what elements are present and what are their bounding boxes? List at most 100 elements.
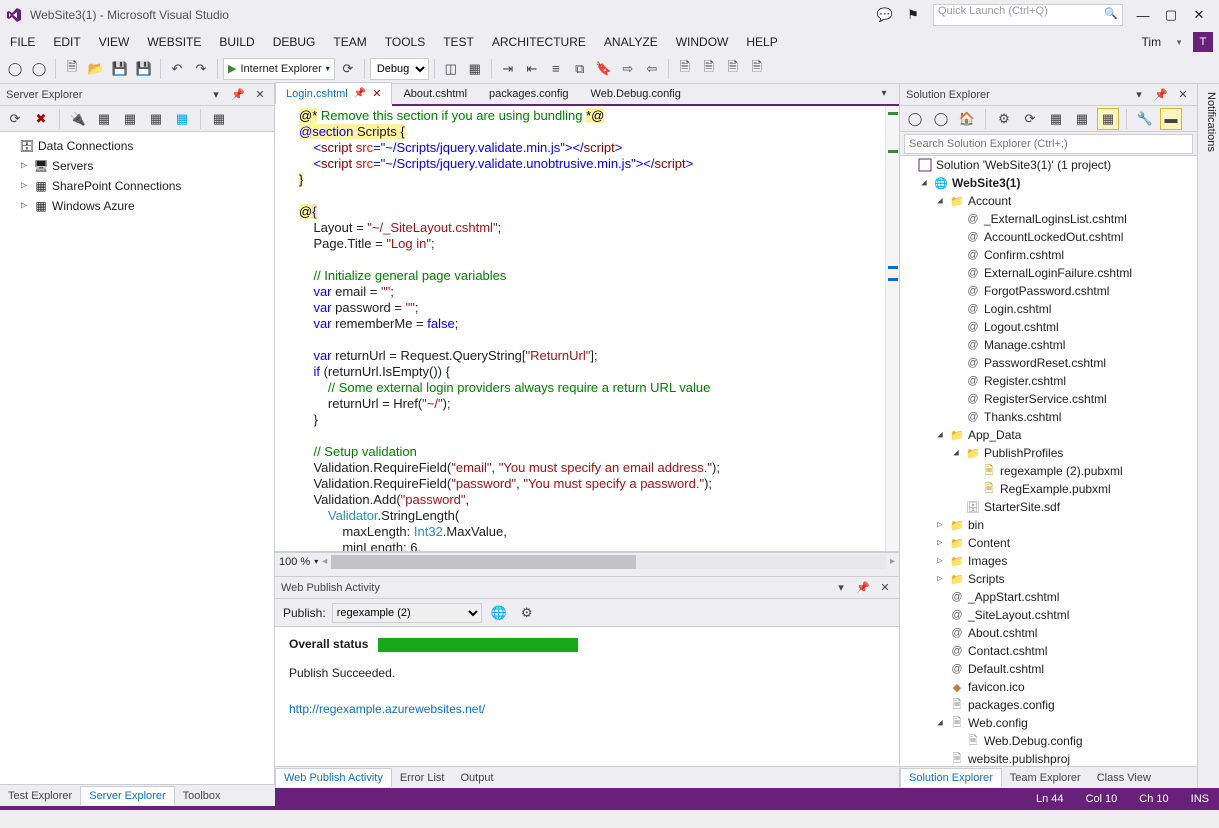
solution-tree-item[interactable]: 🌐WebSite3(1) (900, 174, 1197, 192)
fwd-icon[interactable]: ◯ (930, 108, 952, 130)
flag-icon[interactable]: ⚑ (899, 4, 927, 26)
chevron-down-icon[interactable]: ▾ (314, 557, 318, 566)
config-select[interactable]: Debug (370, 58, 429, 80)
menu-window[interactable]: WINDOW (672, 33, 733, 51)
refresh-icon[interactable]: ⟳ (1019, 108, 1041, 130)
tb-icon[interactable]: ⇦ (641, 58, 663, 80)
solution-tree-item[interactable]: @Login.cshtml (900, 300, 1197, 318)
dropdown-icon[interactable]: ▾ (208, 87, 224, 103)
back-icon[interactable]: ◯ (904, 108, 926, 130)
tb-icon[interactable]: 🗎 (722, 58, 744, 80)
menu-view[interactable]: VIEW (95, 33, 134, 51)
menu-architecture[interactable]: ARCHITECTURE (488, 33, 590, 51)
close-icon[interactable]: ✕ (372, 87, 381, 100)
tb-icon[interactable]: ⇥ (497, 58, 519, 80)
solution-tree-item[interactable]: @ForgotPassword.cshtml (900, 282, 1197, 300)
solution-tree-item[interactable]: Solution 'WebSite3(1)' (1 project) (900, 156, 1197, 174)
solution-tree-item[interactable]: @ExternalLoginFailure.cshtml (900, 264, 1197, 282)
solution-tree-item[interactable]: 🗎RegExample.pubxml (900, 480, 1197, 498)
open-button[interactable]: 📂 (85, 58, 107, 80)
scroll-indicator[interactable] (885, 106, 899, 551)
panel-tab[interactable]: Team Explorer (1002, 769, 1089, 787)
editor-tab[interactable]: packages.config (478, 82, 580, 104)
tb-icon[interactable]: ▦ (119, 108, 141, 130)
panel-tab[interactable]: Output (452, 769, 501, 787)
server-tree-item[interactable]: ▷🖥Servers (0, 156, 274, 176)
solution-tree[interactable]: Solution 'WebSite3(1)' (1 project)🌐WebSi… (900, 156, 1197, 766)
menu-test[interactable]: TEST (439, 33, 478, 51)
menu-tools[interactable]: TOOLS (381, 33, 429, 51)
editor-tab[interactable]: About.cshtml (392, 82, 478, 104)
solution-tree-item[interactable]: 🗎Web.config (900, 714, 1197, 732)
solution-tree-item[interactable]: @Default.cshtml (900, 660, 1197, 678)
search-icon[interactable]: 🔍 (1104, 7, 1118, 20)
close-icon[interactable]: ✕ (877, 580, 893, 596)
server-tree-item[interactable]: 🗄Data Connections (0, 136, 274, 156)
server-tree-item[interactable]: ▷▦Windows Azure (0, 196, 274, 216)
panel-tab[interactable]: Web Publish Activity (275, 768, 392, 787)
pin-icon[interactable]: 📌 (1153, 87, 1169, 103)
menu-debug[interactable]: DEBUG (269, 33, 320, 51)
solution-tree-item[interactable]: @RegisterService.cshtml (900, 390, 1197, 408)
tb-icon[interactable]: 🗎 (674, 58, 696, 80)
menu-website[interactable]: WEBSITE (143, 33, 205, 51)
tb-icon[interactable]: 🗎 (746, 58, 768, 80)
user-avatar[interactable]: T (1193, 32, 1213, 52)
tb-icon[interactable]: ≡ (545, 58, 567, 80)
tb-icon[interactable]: ⧉ (569, 58, 591, 80)
pin-icon[interactable]: 📌 (230, 87, 246, 103)
tb-icon[interactable]: ⇨ (617, 58, 639, 80)
stop-icon[interactable]: ✖ (30, 108, 52, 130)
zoom-level[interactable]: 100 % (279, 556, 310, 568)
tab-overflow-icon[interactable]: ▾ (873, 82, 895, 104)
tb-icon[interactable]: ◫ (440, 58, 462, 80)
notifications-tab[interactable]: Notifications (1197, 84, 1219, 788)
dropdown-icon[interactable]: ▾ (833, 580, 849, 596)
save-all-button[interactable]: 💾 (133, 58, 155, 80)
undo-button[interactable]: ↶ (166, 58, 188, 80)
tb-icon[interactable]: ▦ (93, 108, 115, 130)
panel-tab[interactable]: Test Explorer (0, 787, 80, 805)
user-name[interactable]: Tim (1138, 33, 1166, 51)
maximize-button[interactable]: ▢ (1157, 4, 1185, 26)
published-url-link[interactable]: http://regexample.azurewebsites.net/ (289, 702, 485, 716)
publish-web-icon[interactable]: 🌐 (488, 602, 510, 624)
home-icon[interactable]: 🏠 (956, 108, 978, 130)
solution-tree-item[interactable]: 📁Content (900, 534, 1197, 552)
close-icon[interactable]: ✕ (252, 87, 268, 103)
menu-build[interactable]: BUILD (215, 33, 258, 51)
start-debug-button[interactable]: ▶ Internet Explorer ▾ (223, 58, 335, 80)
chevron-down-icon[interactable]: ▼ (1171, 36, 1187, 49)
tb-icon[interactable]: ⚙ (993, 108, 1015, 130)
panel-tab[interactable]: Class View (1089, 769, 1159, 787)
solution-tree-item[interactable]: @About.cshtml (900, 624, 1197, 642)
panel-tab[interactable]: Error List (392, 769, 453, 787)
solution-tree-item[interactable]: @_AppStart.cshtml (900, 588, 1197, 606)
solution-tree-item[interactable]: @AccountLockedOut.cshtml (900, 228, 1197, 246)
editor-tab[interactable]: Login.cshtml📌✕ (275, 82, 392, 104)
redo-button[interactable]: ↷ (190, 58, 212, 80)
tb-icon[interactable]: ▦ (208, 108, 230, 130)
minimize-button[interactable]: — (1129, 4, 1157, 26)
menu-help[interactable]: HELP (742, 33, 781, 51)
pin-icon[interactable]: 📌 (855, 580, 871, 596)
properties-icon[interactable]: 🔧 (1134, 108, 1156, 130)
refresh-icon[interactable]: ⟳ (4, 108, 26, 130)
solution-tree-item[interactable]: 🗎packages.config (900, 696, 1197, 714)
quick-launch-input[interactable]: Quick Launch (Ctrl+Q) 🔍 (933, 4, 1123, 26)
solution-tree-item[interactable]: 🗎website.publishproj (900, 750, 1197, 766)
refresh-button[interactable]: ⟳ (337, 58, 359, 80)
solution-tree-item[interactable]: @PasswordReset.cshtml (900, 354, 1197, 372)
tb-icon[interactable]: ▦ (1045, 108, 1067, 130)
tb-icon[interactable]: ▦ (1071, 108, 1093, 130)
code-editor[interactable]: @* Remove this section if you are using … (275, 106, 899, 552)
solution-tree-item[interactable]: 📁Account (900, 192, 1197, 210)
solution-tree-item[interactable]: @_ExternalLoginsList.cshtml (900, 210, 1197, 228)
solution-tree-item[interactable]: @_SiteLayout.cshtml (900, 606, 1197, 624)
close-icon[interactable]: ✕ (1175, 87, 1191, 103)
azure-icon[interactable]: ▦ (171, 108, 193, 130)
solution-tree-item[interactable]: 📁App_Data (900, 426, 1197, 444)
solution-tree-item[interactable]: 🗎regexample (2).pubxml (900, 462, 1197, 480)
solution-tree-item[interactable]: 📁Images (900, 552, 1197, 570)
pin-icon[interactable]: 📌 (354, 88, 366, 99)
